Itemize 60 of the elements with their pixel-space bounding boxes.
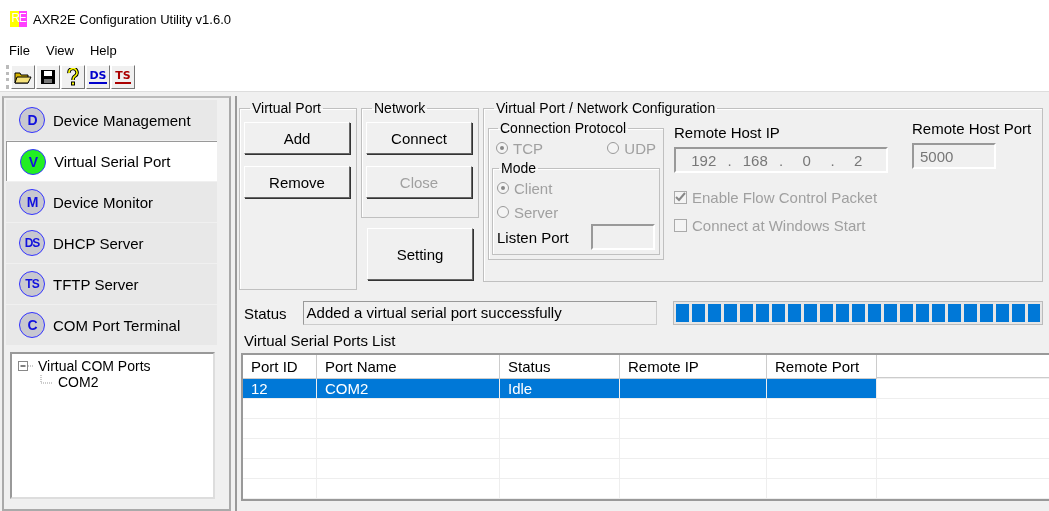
group-title: Connection Protocol [499,120,628,136]
column-header[interactable]: Remote IP [620,355,767,379]
group-title: Mode [500,160,538,176]
action-button[interactable]: Remove [244,166,350,198]
nav-item[interactable]: V Virtual Serial Port [6,141,217,181]
window-title: AXR2E Configuration Utility v1.6.0 [33,11,231,27]
status-message: Added a virtual serial port successfully [302,301,657,325]
listen-port-field[interactable] [591,224,655,250]
nav-badge-icon: M [19,189,45,215]
column-header[interactable]: Port ID [243,355,317,379]
action-button[interactable]: Connect [366,122,472,154]
setting-button[interactable]: Setting [367,228,473,280]
tree-item[interactable]: COM2 [56,374,101,390]
nav-badge-icon: V [20,148,46,175]
table-cell: Idle [500,379,620,398]
tree-item[interactable]: Virtual COM Ports [36,358,153,374]
group-title: Network [373,100,427,116]
collapse-icon[interactable] [18,360,34,372]
toolbar-button[interactable] [61,64,85,89]
column-header[interactable]: Remote Port [767,355,877,379]
nav-label: Virtual Serial Port [54,153,171,170]
save-icon [40,68,56,85]
toolbar-button[interactable]: TS [111,64,135,89]
table-row[interactable]: 12 COM2 Idle [243,379,877,398]
help-icon [67,67,79,86]
toolbar-button[interactable] [11,64,35,89]
nav-label: COM Port Terminal [53,316,181,334]
table-cell: COM2 [317,379,500,398]
nav-label: Device Monitor [53,193,154,211]
list-title: Virtual Serial Ports List [243,331,397,351]
toolbar-button[interactable] [36,64,60,89]
column-header[interactable]: Port Name [317,355,500,379]
nav-label: TFTP Server [53,275,139,293]
field-label: Remote Host IP [674,124,781,141]
nav-badge-icon: D [19,107,45,133]
nav-label: DHCP Server [53,234,144,252]
nav-badge-icon: DS [19,230,45,256]
nav-item[interactable]: C COM Port Terminal [6,305,217,345]
status-label: Status [244,304,287,322]
nav-label: Device Management [53,111,191,129]
menu-item[interactable]: File [4,40,35,60]
column-header[interactable]: Status [500,355,620,379]
nav-badge-icon: TS [19,271,45,297]
app-logo: RE [10,11,27,27]
nav-badge-icon: C [19,312,45,338]
field-label: Remote Host Port [912,120,1032,137]
nav-item[interactable]: DS DHCP Server [6,223,217,263]
action-button[interactable]: Add [244,122,350,154]
nav-item[interactable]: D Device Management [6,100,217,140]
group-title: Virtual Port [251,100,322,116]
toolbar-button[interactable]: DS [86,64,110,89]
menu-item[interactable]: View [40,40,79,60]
port-field[interactable]: 5000 [912,143,996,169]
nav-item[interactable]: M Device Monitor [6,182,217,222]
menu-item[interactable]: Help [84,40,122,60]
field-label: Listen Port [497,228,569,246]
nav-item[interactable]: TS TFTP Server [6,264,217,304]
ip-address-field[interactable]: 192 . 168 . 0 . 2 [674,147,888,173]
group-title: Virtual Port / Network Configuration [495,100,717,116]
table-cell: 12 [243,379,317,398]
